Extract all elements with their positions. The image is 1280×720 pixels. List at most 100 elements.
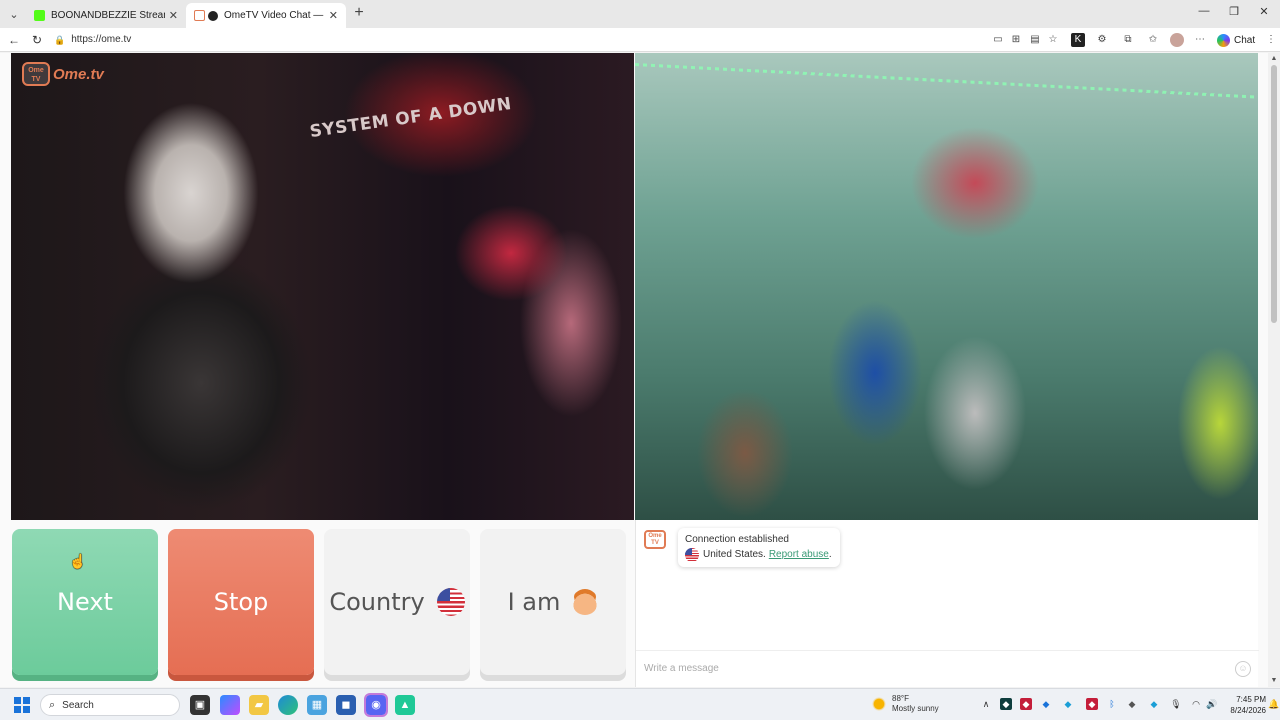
- discord-icon[interactable]: ◉: [364, 693, 388, 717]
- restore-icon[interactable]: ❐: [1225, 5, 1243, 18]
- scroll-down-icon[interactable]: ▼: [1268, 675, 1280, 687]
- report-suffix: .: [828, 549, 832, 560]
- local-video: [635, 53, 1258, 520]
- windows-start-icon[interactable]: [14, 697, 30, 713]
- app-icon[interactable]: ▲: [395, 695, 415, 715]
- gender-button[interactable]: I am: [480, 529, 626, 675]
- browser-toolbar: ← ↻ 🔒 https://ome.tv ▭ ⊞ ▤ ☆ K ⚙ ⧉ ✩ ⋯ C…: [0, 28, 1280, 52]
- stop-button[interactable]: Stop: [168, 529, 314, 675]
- copilot-icon: [1217, 33, 1230, 47]
- copilot-chat-button[interactable]: Chat: [1217, 32, 1255, 48]
- tray-app-icon[interactable]: ◆: [1062, 698, 1074, 710]
- back-icon[interactable]: ←: [6, 32, 22, 48]
- url-text: https://ome.tv: [71, 34, 132, 45]
- browser-tab-strip: ⌄ BOONANDBEZZIE Stream - Watch ✕ OmeTV V…: [0, 0, 1280, 28]
- close-tab-icon[interactable]: ✕: [169, 9, 178, 22]
- scroll-thumb[interactable]: [1271, 65, 1277, 323]
- taskbar-search[interactable]: ⌕ Search: [40, 694, 180, 716]
- bluetooth-icon[interactable]: ᛒ: [1106, 698, 1118, 710]
- search-label: Search: [62, 699, 94, 711]
- control-panel-icon[interactable]: ▦: [307, 695, 327, 715]
- tab-ometv[interactable]: OmeTV Video Chat — Omeg ✕: [186, 3, 346, 28]
- show-hidden-icons[interactable]: ∧: [980, 698, 992, 710]
- task-view-icon[interactable]: ▣: [190, 695, 210, 715]
- close-window-icon[interactable]: ✕: [1255, 5, 1273, 18]
- tab-title: OmeTV Video Chat — Omeg: [224, 10, 325, 21]
- clock-time: 7:45 PM: [1236, 695, 1266, 704]
- us-flag-icon: [436, 588, 465, 616]
- scroll-up-icon[interactable]: ▲: [1268, 53, 1280, 65]
- hand-cursor-icon: ☝: [69, 553, 87, 569]
- tab-boonandbezzie[interactable]: BOONANDBEZZIE Stream - Watch ✕: [26, 3, 186, 28]
- tray-app-icon[interactable]: ◆: [1086, 698, 1098, 710]
- copilot-app-icon[interactable]: [220, 695, 240, 715]
- site-info-icon[interactable]: 🔒: [54, 32, 65, 48]
- kick-extension-icon[interactable]: K: [1071, 33, 1085, 47]
- tray-app-icon[interactable]: ◆: [1126, 698, 1138, 710]
- tray-app-icon[interactable]: ◆: [1148, 698, 1160, 710]
- search-icon: ⌕: [49, 698, 56, 711]
- profile-avatar[interactable]: [1170, 33, 1184, 47]
- chat-label: Chat: [1234, 34, 1256, 46]
- logo-text: Ome.tv: [53, 65, 104, 83]
- next-button[interactable]: Next: [12, 529, 158, 675]
- reader-icon[interactable]: ▤: [1028, 33, 1042, 47]
- app-available-icon[interactable]: ⊞: [1009, 33, 1023, 47]
- clock-date: 8/24/2026: [1230, 706, 1266, 715]
- edge-icon[interactable]: [278, 695, 298, 715]
- camera-icon[interactable]: ▭: [991, 33, 1005, 47]
- stop-label: Stop: [213, 588, 269, 616]
- tray-app-icon[interactable]: ◆: [1040, 698, 1052, 710]
- message-input[interactable]: Write a message ☺: [636, 650, 1259, 686]
- country-button[interactable]: Country: [324, 529, 470, 675]
- logo-badge: Ome TV: [22, 62, 50, 86]
- us-flag-icon: [685, 547, 699, 562]
- ometv-avatar-icon: Ome TV: [644, 530, 666, 549]
- extensions-icon[interactable]: ⚙: [1095, 33, 1109, 47]
- boy-face-icon: [572, 589, 599, 615]
- refresh-icon[interactable]: ↻: [29, 32, 45, 48]
- taskbar-clock[interactable]: 7:45 PM 8/24/2026: [1224, 694, 1266, 716]
- remote-video: SYSTEM OF A DOWN: [11, 53, 634, 520]
- favorites-icon[interactable]: ✩: [1146, 33, 1160, 47]
- windows-taskbar: ⌕ Search ▣ ▰ ▦ ◼ ◉ ▲ 88°F Mostly sunny ∧…: [0, 688, 1280, 720]
- tray-app-icon[interactable]: ◆: [1020, 698, 1032, 710]
- ometv-page: SYSTEM OF A DOWN Ome TV Ome.tv Next Stop…: [0, 53, 1268, 687]
- favorite-star-icon[interactable]: ☆: [1046, 33, 1060, 47]
- notifications-icon[interactable]: 🔔: [1268, 698, 1280, 710]
- message-placeholder: Write a message: [644, 663, 719, 674]
- address-bar[interactable]: 🔒 https://ome.tv: [54, 32, 954, 48]
- poster-text: SYSTEM OF A DOWN: [308, 93, 513, 143]
- system-message: Connection established United States. Re…: [678, 528, 840, 567]
- more-options-icon[interactable]: ⋯: [1193, 33, 1207, 47]
- microphone-icon[interactable]: 🎙: [1170, 698, 1182, 710]
- new-tab-button[interactable]: +: [350, 5, 368, 23]
- chat-panel: Ome TV Connection established United Stat…: [635, 520, 1259, 687]
- next-label: Next: [57, 588, 113, 616]
- file-explorer-icon[interactable]: ▰: [249, 695, 269, 715]
- split-screen-icon[interactable]: ⧉: [1121, 33, 1135, 47]
- partner-country: United States.: [703, 549, 766, 560]
- tab-title: BOONANDBEZZIE Stream - Watch: [51, 10, 165, 21]
- country-label: Country: [329, 588, 425, 616]
- report-abuse-link[interactable]: Report abuse: [769, 547, 829, 562]
- sidebar-more-icon[interactable]: ⋮: [1264, 33, 1278, 47]
- iam-label: I am: [507, 588, 561, 616]
- led-strip: [635, 63, 1258, 99]
- store-icon[interactable]: ◼: [336, 695, 356, 715]
- emoji-picker-icon[interactable]: ☺: [1235, 661, 1251, 677]
- ometv-logo[interactable]: Ome TV Ome.tv: [22, 61, 104, 87]
- close-tab-icon[interactable]: ✕: [329, 9, 338, 22]
- volume-icon[interactable]: 🔊: [1206, 698, 1218, 710]
- weather-widget[interactable]: 88°F Mostly sunny: [872, 694, 939, 714]
- weather-desc: Mostly sunny: [892, 704, 939, 713]
- connection-status: Connection established: [685, 534, 789, 545]
- recording-icon: [208, 10, 218, 21]
- wifi-icon[interactable]: ◠: [1190, 698, 1202, 710]
- tab-actions-icon[interactable]: ⌄: [4, 4, 24, 24]
- weather-temp: 88°F: [892, 694, 909, 703]
- tray-app-icon[interactable]: ◆: [1000, 698, 1012, 710]
- ometv-favicon-icon: [194, 10, 205, 21]
- minimize-icon[interactable]: —: [1195, 5, 1213, 17]
- page-scrollbar[interactable]: ▲ ▼: [1268, 53, 1280, 687]
